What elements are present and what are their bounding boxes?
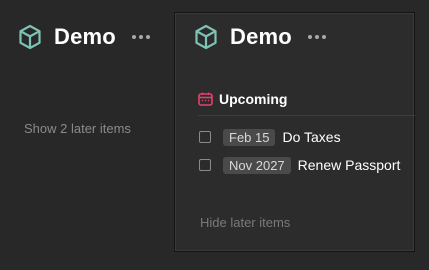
project-title[interactable]: Demo xyxy=(54,24,116,50)
task-title[interactable]: Do Taxes xyxy=(282,129,340,145)
task-row: Feb 15 Do Taxes xyxy=(199,127,341,147)
left-project-header: Demo xyxy=(18,22,152,52)
task-checkbox[interactable] xyxy=(199,131,211,143)
show-later-items-button[interactable]: Show 2 later items xyxy=(24,121,131,136)
more-horizontal-icon[interactable] xyxy=(130,30,152,44)
section-divider xyxy=(198,115,415,116)
calendar-icon xyxy=(198,92,213,106)
cube-icon xyxy=(195,24,217,50)
task-row: Nov 2027 Renew Passport xyxy=(199,155,400,175)
task-title[interactable]: Renew Passport xyxy=(298,157,401,173)
task-checkbox[interactable] xyxy=(199,159,211,171)
hide-later-items-button[interactable]: Hide later items xyxy=(200,215,290,230)
project-title[interactable]: Demo xyxy=(230,24,292,50)
more-horizontal-icon[interactable] xyxy=(306,30,328,44)
date-badge: Nov 2027 xyxy=(223,156,291,174)
right-project-header: Demo xyxy=(194,22,328,52)
upcoming-section-header: Upcoming xyxy=(198,91,287,107)
date-badge: Feb 15 xyxy=(223,128,276,146)
section-title: Upcoming xyxy=(219,91,288,107)
cube-icon xyxy=(19,24,41,50)
